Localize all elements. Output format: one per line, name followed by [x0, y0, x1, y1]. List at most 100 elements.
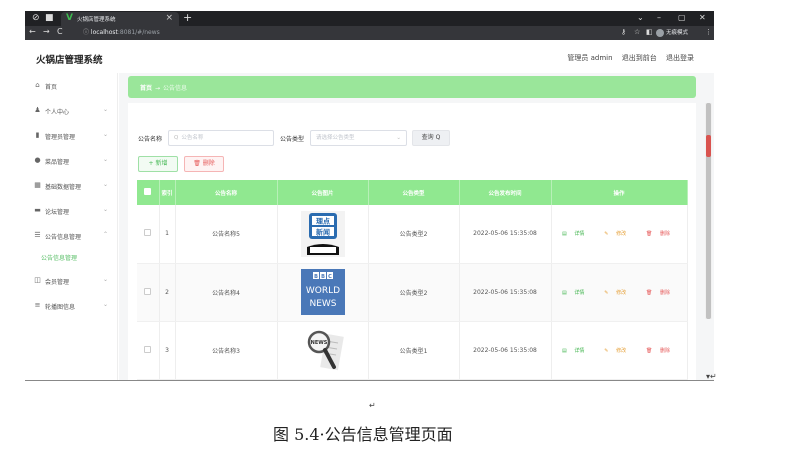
chevron-down-icon: ⌄ [396, 135, 401, 141]
row-image-cell: 理点 新闻 [277, 205, 369, 264]
reload-icon[interactable]: C [57, 27, 63, 36]
chevron-down-icon[interactable]: ⌄ [637, 13, 644, 22]
sidebar-item-home[interactable]: ⌂ 首页 [25, 73, 118, 98]
sidebar-subitem-notice[interactable]: 公告信息管理 [25, 248, 118, 268]
bbc-world-news-thumbnail: B B C WORLD NEWS [300, 269, 345, 315]
app-header: 火锅店管理系统 管理员 admin 退出到前台 退出登录 [25, 40, 714, 73]
delete-button[interactable]: 🗑 删除 [646, 290, 676, 296]
url-field[interactable]: ⓘ localhost:8081/#/news [83, 28, 603, 38]
chevron-up-icon: ⌃ [103, 231, 109, 238]
svg-text:NEWS: NEWS [310, 340, 327, 346]
sidebar: ⌂ 首页 ♟ 个人中心 ⌄ ▮ 管理员管理 ⌄ ● 菜品管理 ⌄ ▦ 基础数据管… [25, 73, 118, 380]
sidepanel-icon[interactable]: ◧ [646, 28, 653, 36]
browser-tab[interactable]: V 火锅店管理系统 × [61, 12, 179, 26]
tab-title: 火锅店管理系统 [77, 17, 116, 23]
breadcrumb-home[interactable]: 首页 [140, 85, 152, 92]
chevron-down-icon: ⌄ [103, 276, 109, 283]
row-type: 公告类型2 [368, 205, 460, 264]
bar-chart-icon: ▮ [35, 131, 40, 139]
svg-text:B: B [314, 274, 318, 280]
row-type: 公告类型1 [368, 321, 460, 380]
sidebar-item-personal[interactable]: ♟ 个人中心 ⌄ [25, 98, 118, 123]
svg-text:新闻: 新闻 [316, 227, 330, 236]
row-time: 2022-05-06 15:35:08 [459, 321, 552, 380]
page-scrollbar[interactable] [705, 103, 712, 319]
key-icon[interactable]: ⚷ [621, 28, 626, 36]
notice-table: 索引 公告名称 公告图片 公告类型 公告发布时间 操作 1 公告名称5 理点 新… [137, 180, 688, 380]
browser-menu-icon[interactable]: ⊘ [32, 13, 40, 24]
edit-button[interactable]: ✎ 修改 [604, 348, 632, 354]
notice-type-select[interactable]: 请选择公告类型 ⌄ [310, 130, 407, 146]
incognito-badge[interactable]: 无痕模式 [656, 28, 688, 37]
edit-button[interactable]: ✎ 修改 [604, 231, 632, 237]
row-index: 3 [159, 321, 176, 380]
batch-delete-button[interactable]: 🗑 删除 [184, 156, 224, 172]
list-icon: ≡ [34, 301, 41, 309]
detail-button[interactable]: ▤ 详情 [562, 348, 590, 354]
vue-favicon-icon: V [66, 13, 73, 23]
row-index: 2 [159, 263, 176, 322]
row-checkbox[interactable] [144, 345, 152, 353]
table-row [137, 379, 688, 380]
app-title: 火锅店管理系统 [36, 55, 103, 66]
notice-type-label: 公告类型 [280, 136, 305, 143]
col-header-name: 公告名称 [175, 180, 278, 205]
kebab-menu-icon[interactable]: ⋮ [705, 28, 712, 36]
detail-button[interactable]: ▤ 详情 [562, 231, 590, 237]
search-icon: Q [174, 135, 179, 141]
row-name: 公告名称5 [175, 205, 278, 264]
incognito-icon [656, 28, 664, 37]
select-all-cell[interactable] [137, 180, 160, 205]
notice-name-input[interactable]: Q 公告名称 [168, 130, 274, 146]
tab-search-icon[interactable]: ■ [45, 13, 54, 24]
row-checkbox[interactable] [144, 287, 152, 295]
url-host: localhost [90, 29, 118, 36]
delete-button[interactable]: 🗑 删除 [646, 348, 676, 354]
svg-text:WORLD: WORLD [305, 286, 339, 296]
select-all-checkbox[interactable] [144, 188, 152, 195]
detail-button[interactable]: ▤ 详情 [562, 290, 590, 296]
close-window-icon[interactable]: ✕ [699, 13, 706, 22]
table-row: 1 公告名称5 理点 新闻 公告类型2 2022-05-06 15:35:08 … [137, 205, 688, 264]
row-checkbox[interactable] [144, 229, 152, 237]
sidebar-item-forum[interactable]: ▬ 论坛管理 ⌄ [25, 198, 118, 223]
col-header-type: 公告类型 [368, 180, 460, 205]
forward-icon[interactable]: → [43, 27, 50, 36]
back-icon[interactable]: ← [29, 27, 36, 36]
exit-to-front-link[interactable]: 退出到前台 [622, 54, 657, 62]
svg-text:理点: 理点 [316, 216, 330, 225]
address-bar: ← → C ⓘ localhost:8081/#/news ⚷ ☆ ◧ 无痕模式… [25, 26, 714, 40]
info-icon: ⓘ [83, 29, 91, 36]
sidebar-item-admin[interactable]: ▮ 管理员管理 ⌄ [25, 123, 118, 148]
sidebar-item-members[interactable]: ◫ 会员管理 ⌄ [25, 268, 118, 293]
svg-text:B: B [321, 274, 325, 280]
chat-icon: ▬ [34, 206, 41, 214]
notice-name-label: 公告名称 [138, 136, 163, 143]
star-icon[interactable]: ☆ [634, 28, 640, 36]
row-actions: ▤ 详情 ✎ 修改 🗑 删除 [551, 321, 688, 380]
search-button[interactable]: 查询 Q [412, 130, 450, 146]
svg-text:NEWS: NEWS [309, 299, 336, 309]
sidebar-item-dishes[interactable]: ● 菜品管理 ⌄ [25, 148, 118, 173]
table-header-row: 索引 公告名称 公告图片 公告类型 公告发布时间 操作 [137, 180, 688, 205]
content-card: 公告名称 Q 公告名称 公告类型 请选择公告类型 ⌄ 查询 Q + 新增 🗑 删除 [128, 103, 696, 380]
tab-close-icon[interactable]: × [165, 13, 173, 23]
header-actions: 管理员 admin 退出到前台 退出登录 [560, 53, 694, 63]
sidebar-item-basic-data[interactable]: ▦ 基础数据管理 ⌄ [25, 173, 118, 198]
new-tab-icon[interactable]: + [183, 11, 192, 24]
edit-button[interactable]: ✎ 修改 [604, 290, 632, 296]
maximize-icon[interactable]: ▢ [678, 13, 686, 22]
row-actions: ▤ 详情 ✎ 修改 🗑 删除 [551, 205, 688, 264]
sidebar-item-carousel[interactable]: ≡ 轮播图信息 ⌄ [25, 293, 118, 318]
logout-link[interactable]: 退出登录 [666, 54, 694, 62]
minimize-icon[interactable]: – [657, 13, 661, 22]
url-path: :8081/#/news [117, 29, 160, 36]
delete-button[interactable]: 🗑 删除 [646, 231, 676, 237]
sidebar-item-notice[interactable]: ☰ 公告信息管理 ⌃ [25, 223, 118, 248]
grid-icon: ▦ [34, 181, 41, 189]
row-name: 公告名称3 [175, 321, 278, 380]
row-type: 公告类型2 [368, 263, 460, 322]
add-button[interactable]: + 新增 [138, 156, 178, 172]
admin-user-label: 管理员 admin [567, 54, 613, 62]
row-name: 公告名称4 [175, 263, 278, 322]
